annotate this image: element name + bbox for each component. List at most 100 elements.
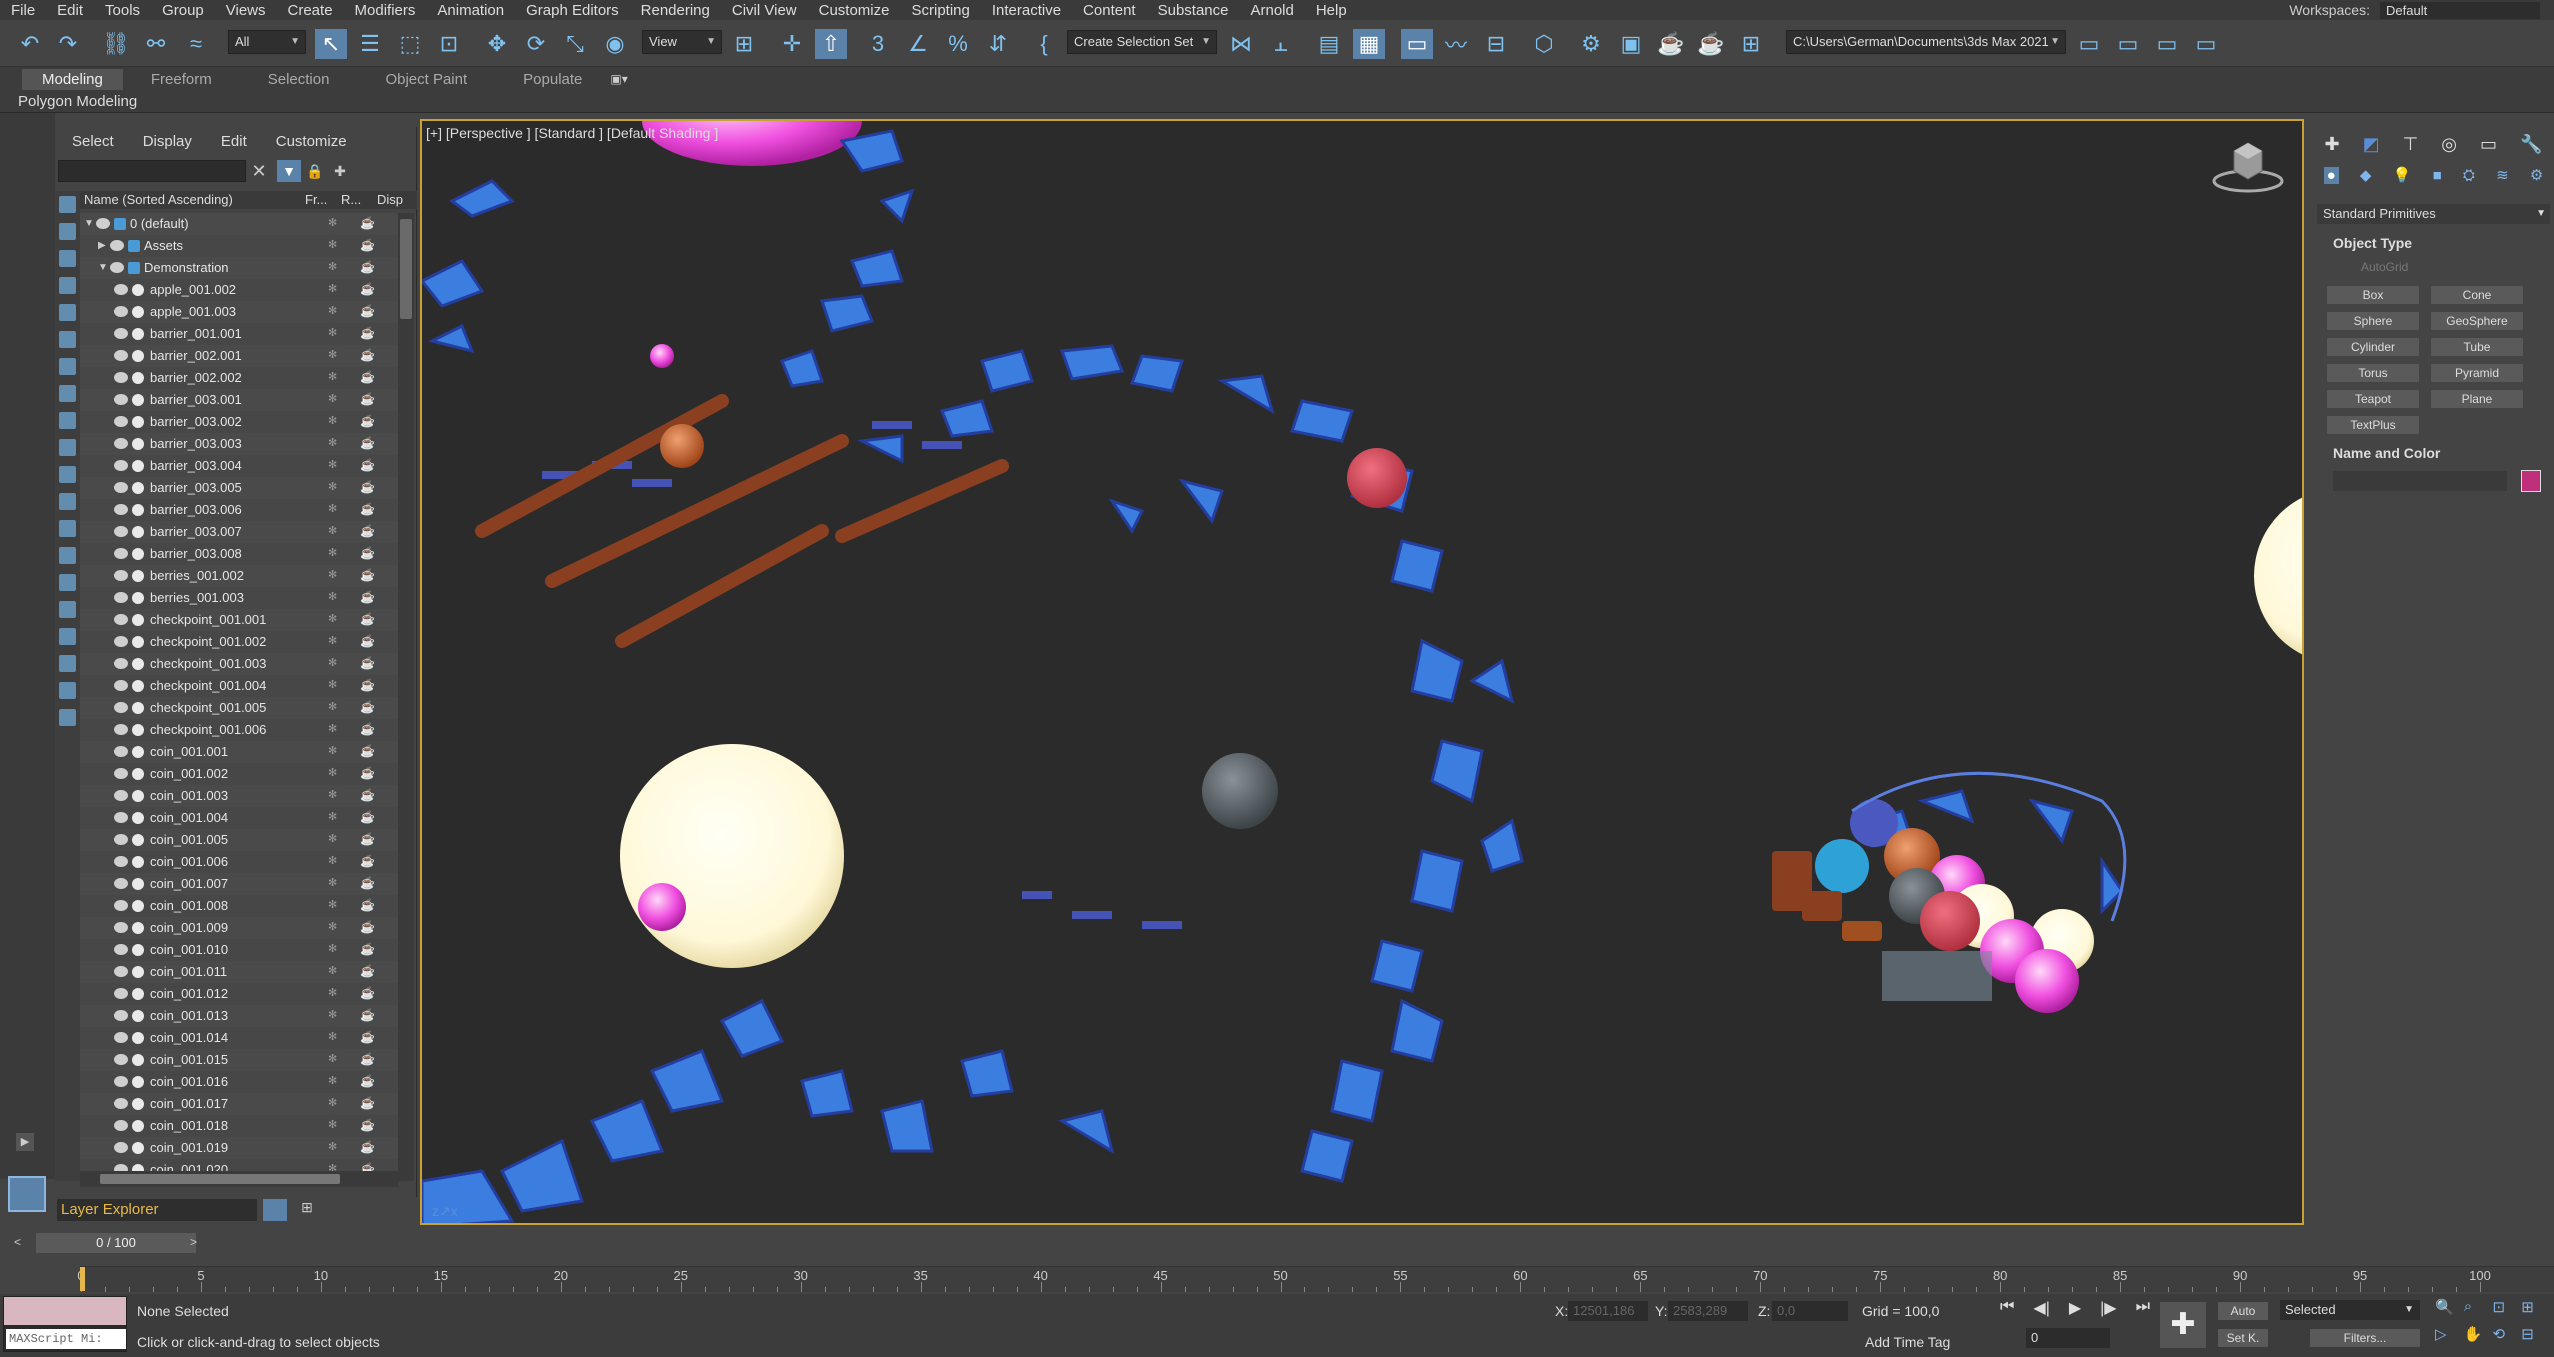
explorer-row[interactable]: barrier_002.002 ✻ ☕ <box>80 367 398 389</box>
freeze-icon[interactable]: ✻ <box>328 812 339 823</box>
render-teapot-icon[interactable]: ☕ <box>360 1141 376 1153</box>
toggle-layer-explorer-icon[interactable]: ▦ <box>1353 29 1385 59</box>
freeze-icon[interactable]: ✻ <box>328 1054 339 1065</box>
eye-icon[interactable] <box>114 724 128 735</box>
blue-rock-path[interactable] <box>422 129 2124 1225</box>
menu-rendering[interactable]: Rendering <box>630 2 721 19</box>
explorer-row[interactable]: checkpoint_001.006 ✻ ☕ <box>80 719 398 741</box>
grey-planet[interactable] <box>1202 753 1278 829</box>
render-teapot-icon[interactable]: ☕ <box>360 1053 376 1065</box>
menu-edit[interactable]: Edit <box>46 2 94 19</box>
render-teapot-icon[interactable]: ☕ <box>360 371 376 383</box>
freeze-icon[interactable]: ✻ <box>328 328 339 339</box>
eye-icon[interactable] <box>114 570 128 581</box>
lock-icon[interactable]: 🔒 <box>305 160 325 182</box>
reference-coord-dropdown[interactable]: View ▼ <box>642 30 722 54</box>
menu-animation[interactable]: Animation <box>426 2 515 19</box>
render-production-icon[interactable]: ☕ <box>1655 29 1687 59</box>
barrier-rows[interactable] <box>475 394 1009 648</box>
freeze-icon[interactable]: ✻ <box>328 790 339 801</box>
render-teapot-icon[interactable]: ☕ <box>360 415 376 427</box>
modify-tab-icon[interactable]: ◩ <box>2363 134 2380 155</box>
place-icon[interactable]: ◉ <box>599 29 631 59</box>
glowing-sun-right[interactable] <box>2254 488 2304 664</box>
column-render[interactable]: R... <box>341 191 377 209</box>
freeze-icon[interactable]: ✻ <box>328 438 339 449</box>
display-spacewarps-icon[interactable] <box>59 358 76 375</box>
eye-icon[interactable] <box>114 460 128 471</box>
display-hidden-icon[interactable] <box>59 520 76 537</box>
align-icon[interactable]: ⫠ <box>1265 29 1297 59</box>
explorer-row[interactable]: barrier_003.001 ✻ ☕ <box>80 389 398 411</box>
display-bones-icon[interactable] <box>59 439 76 456</box>
eye-icon[interactable] <box>114 482 128 493</box>
freeze-icon[interactable]: ✻ <box>328 526 339 537</box>
mirror-icon[interactable]: ⋈ <box>1225 29 1257 59</box>
eye-icon[interactable] <box>114 328 128 339</box>
freeze-icon[interactable]: ✻ <box>328 482 339 493</box>
select-by-name-icon[interactable]: ☰ <box>354 29 386 59</box>
category-dropdown[interactable]: Standard Primitives ▼ <box>2317 204 2550 224</box>
explorer-row[interactable]: ▼ Demonstration ✻ ☕ <box>80 257 398 279</box>
menu-customize[interactable]: Customize <box>808 2 901 19</box>
object-name-input[interactable] <box>2333 471 2507 491</box>
orange-planet[interactable] <box>660 424 704 468</box>
fov-icon[interactable]: ▷ <box>2435 1325 2464 1352</box>
menu-views[interactable]: Views <box>215 2 277 19</box>
material-editor-icon[interactable]: ⬡ <box>1528 29 1560 59</box>
explorer-row[interactable]: coin_001.006 ✻ ☕ <box>80 851 398 873</box>
freeze-icon[interactable]: ✻ <box>328 240 339 251</box>
render-teapot-icon[interactable]: ☕ <box>360 591 376 603</box>
rotate-icon[interactable]: ⟳ <box>520 29 552 59</box>
eye-icon[interactable] <box>114 394 128 405</box>
eye-icon[interactable] <box>110 262 124 273</box>
menu-civil-view[interactable]: Civil View <box>721 2 808 19</box>
freeze-icon[interactable]: ✻ <box>328 1142 339 1153</box>
prev-frame-icon[interactable]: ◀| <box>2033 1298 2049 1322</box>
render-teapot-icon[interactable]: ☕ <box>360 1097 376 1109</box>
explorer-row[interactable]: coin_001.009 ✻ ☕ <box>80 917 398 939</box>
key-mode-dropdown[interactable]: Selected ▼ <box>2280 1300 2420 1320</box>
ribbon-tab-modeling[interactable]: Modeling <box>22 68 123 90</box>
set-key-button[interactable]: Set K. <box>2218 1329 2268 1347</box>
asset-cluster[interactable] <box>1772 799 2094 1013</box>
pan-icon[interactable]: ✋ <box>2464 1325 2493 1352</box>
freeze-icon[interactable]: ✻ <box>328 680 339 691</box>
display-groups-icon[interactable] <box>59 385 76 402</box>
render-teapot-icon[interactable]: ☕ <box>360 943 376 955</box>
render-teapot-icon[interactable]: ☕ <box>360 679 376 691</box>
move-icon[interactable]: ✥ <box>481 29 513 59</box>
render-teapot-icon[interactable]: ☕ <box>360 569 376 581</box>
scale-icon[interactable]: ⤡ <box>559 29 591 59</box>
expand-arrow-icon[interactable]: ▶ <box>16 1133 34 1151</box>
create-geosphere-button[interactable]: GeoSphere <box>2431 312 2523 330</box>
freeze-icon[interactable]: ✻ <box>328 394 339 405</box>
unlink-icon[interactable]: ⚯ <box>140 29 172 59</box>
menu-substance[interactable]: Substance <box>1147 2 1240 19</box>
explorer-row[interactable]: barrier_003.005 ✻ ☕ <box>80 477 398 499</box>
eye-icon[interactable] <box>114 636 128 647</box>
eye-icon[interactable] <box>114 1120 128 1131</box>
explorer-row[interactable]: ▼ 0 (default) ✻ ☕ <box>80 213 398 235</box>
name-color-rollout[interactable]: Name and Color <box>2317 443 2550 463</box>
freeze-icon[interactable]: ✻ <box>328 658 339 669</box>
explorer-scroll-thumb[interactable] <box>400 219 412 319</box>
layer-explorer-pin-icon[interactable]: ⊞ <box>295 1199 319 1221</box>
column-display[interactable]: Disp <box>377 191 413 209</box>
display-children-icon[interactable] <box>59 547 76 564</box>
render-teapot-icon[interactable]: ☕ <box>360 723 376 735</box>
render-teapot-icon[interactable]: ☕ <box>360 899 376 911</box>
edit-named-sel-icon[interactable]: { <box>1028 29 1060 59</box>
percent-snap-icon[interactable]: % <box>942 29 974 59</box>
render-teapot-icon[interactable]: ☕ <box>360 987 376 999</box>
project-open-icon[interactable]: ▭ <box>2112 29 2144 59</box>
create-plane-button[interactable]: Plane <box>2431 390 2523 408</box>
explorer-row[interactable]: checkpoint_001.005 ✻ ☕ <box>80 697 398 719</box>
zoom-extents-icon[interactable]: ⊡ <box>2493 1298 2522 1325</box>
freeze-icon[interactable]: ✻ <box>328 1010 339 1021</box>
undo-icon[interactable]: ↶ <box>14 29 46 59</box>
pivot-center-icon[interactable]: ⊞ <box>728 29 760 59</box>
pink-tiny-planet[interactable] <box>650 344 674 368</box>
cameras-icon[interactable]: ■ <box>2433 167 2442 184</box>
layer-explorer-dropdown[interactable]: Layer Explorer <box>57 1199 257 1221</box>
